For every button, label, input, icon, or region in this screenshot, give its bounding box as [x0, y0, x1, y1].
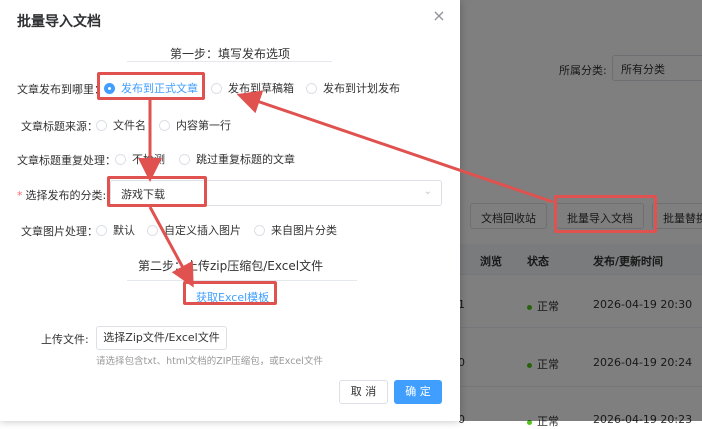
choose-file-button[interactable]: 选择Zip文件/Excel文件: [96, 326, 227, 350]
chevron-down-icon: ⌄: [423, 186, 432, 197]
radio-title-first-line[interactable]: 内容第一行: [159, 117, 231, 133]
radio-publish-scheduled[interactable]: 发布到计划发布: [306, 80, 400, 96]
upload-label: 上传文件:: [41, 333, 89, 346]
duplicate-handling-label: 文章标题重复处理：: [17, 154, 116, 167]
annotation-box-template-link: [183, 281, 277, 305]
radio-no-check[interactable]: 不检测: [115, 151, 165, 167]
required-mark: *: [17, 189, 23, 202]
radio-icon: [254, 224, 265, 236]
radio-title-filename[interactable]: 文件名: [96, 117, 146, 133]
radio-icon: [179, 153, 190, 165]
cancel-button[interactable]: 取 消: [339, 380, 388, 404]
step1-heading: 第一步：填写发布选项: [169, 47, 290, 61]
image-handling-label: 文章图片处理：: [21, 225, 98, 238]
publish-to-label: 文章发布到哪里：: [17, 83, 105, 96]
radio-publish-draft[interactable]: 发布到草稿箱: [211, 80, 294, 96]
radio-icon: [159, 119, 170, 131]
radio-icon: [96, 224, 107, 236]
radio-image-category[interactable]: 来自图片分类: [254, 222, 337, 238]
annotation-box-publish-formal: [97, 72, 205, 100]
radio-icon: [306, 82, 317, 94]
radio-icon: [115, 153, 126, 165]
close-icon[interactable]: ×: [431, 8, 447, 24]
category-label: * 选择发布的分类:: [17, 189, 107, 202]
annotation-box-batch-import: [554, 195, 657, 233]
step1-divider: [127, 61, 332, 62]
title-source-label: 文章标题来源：: [21, 120, 98, 133]
radio-icon: [96, 119, 107, 131]
radio-image-default[interactable]: 默认: [96, 222, 135, 238]
radio-icon: [211, 82, 222, 94]
radio-image-custom[interactable]: 自定义插入图片: [147, 222, 241, 238]
confirm-button[interactable]: 确 定: [394, 380, 442, 404]
upload-hint: 请选择包含txt、html文档的ZIP压缩包，或Excel文件: [96, 356, 323, 367]
radio-icon: [147, 224, 158, 236]
batch-import-dialog: 批量导入文档 × 第一步：填写发布选项 文章发布到哪里： 发布到正式文章 发布到…: [0, 0, 460, 421]
dialog-title: 批量导入文档: [17, 14, 101, 30]
annotation-box-category: [107, 176, 207, 207]
radio-skip-duplicates[interactable]: 跳过重复标题的文章: [179, 151, 295, 167]
step2-heading: 第二步：上传zip压缩包/Excel文件: [138, 259, 324, 273]
